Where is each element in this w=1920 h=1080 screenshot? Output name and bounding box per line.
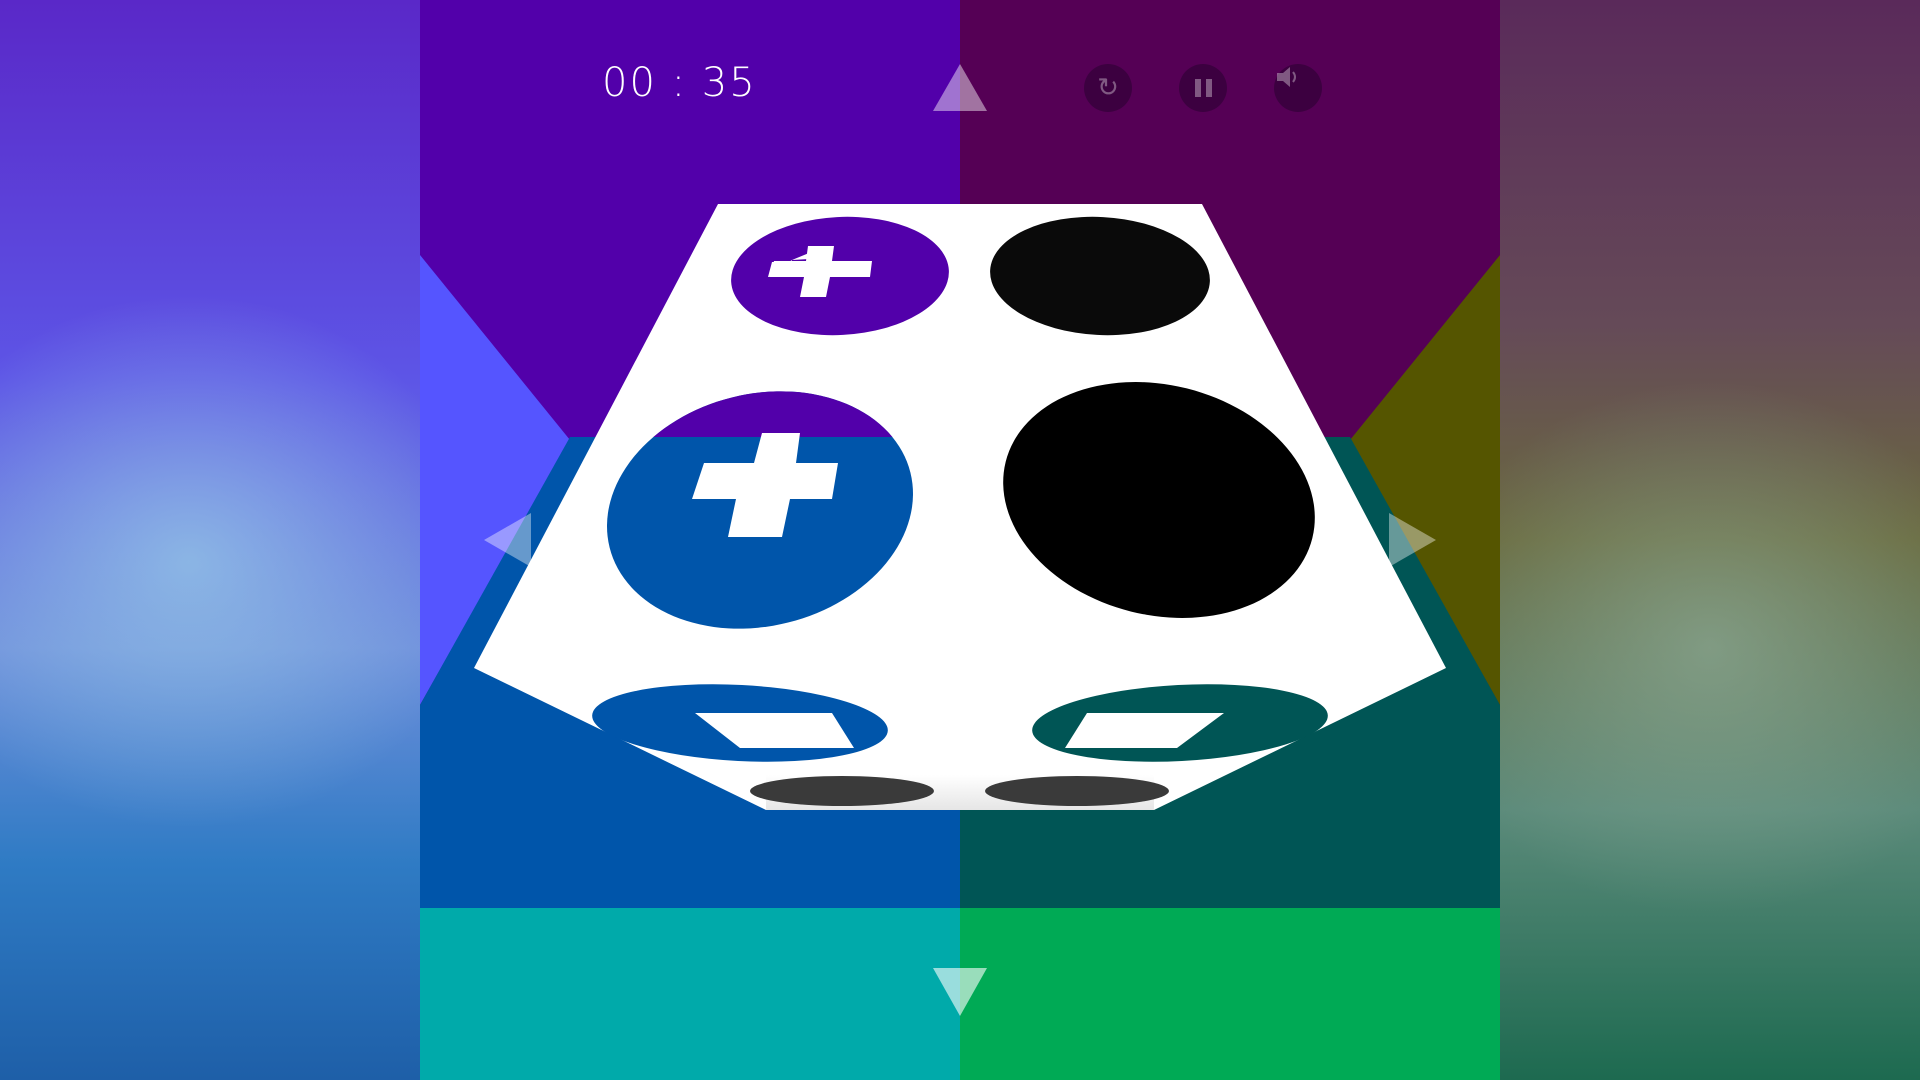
pause-button[interactable] xyxy=(1179,64,1227,112)
game-board-svg xyxy=(420,0,1500,1080)
hole-front-right xyxy=(985,776,1169,806)
bottom-right-region xyxy=(960,908,1500,1080)
bottom-left-region xyxy=(420,908,960,1080)
background-left-panel xyxy=(0,0,420,1080)
speaker-icon xyxy=(1277,67,1296,87)
game-stage: 00 : 35 ↻ xyxy=(420,0,1500,1080)
sound-button[interactable] xyxy=(1274,64,1322,112)
refresh-icon: ↻ xyxy=(1097,73,1119,103)
timer-display: 00 : 35 xyxy=(602,60,757,106)
background-right-panel xyxy=(1500,0,1920,1080)
hole-front-left xyxy=(750,776,934,806)
restart-button[interactable]: ↻ xyxy=(1084,64,1132,112)
pause-icon xyxy=(1194,79,1212,97)
